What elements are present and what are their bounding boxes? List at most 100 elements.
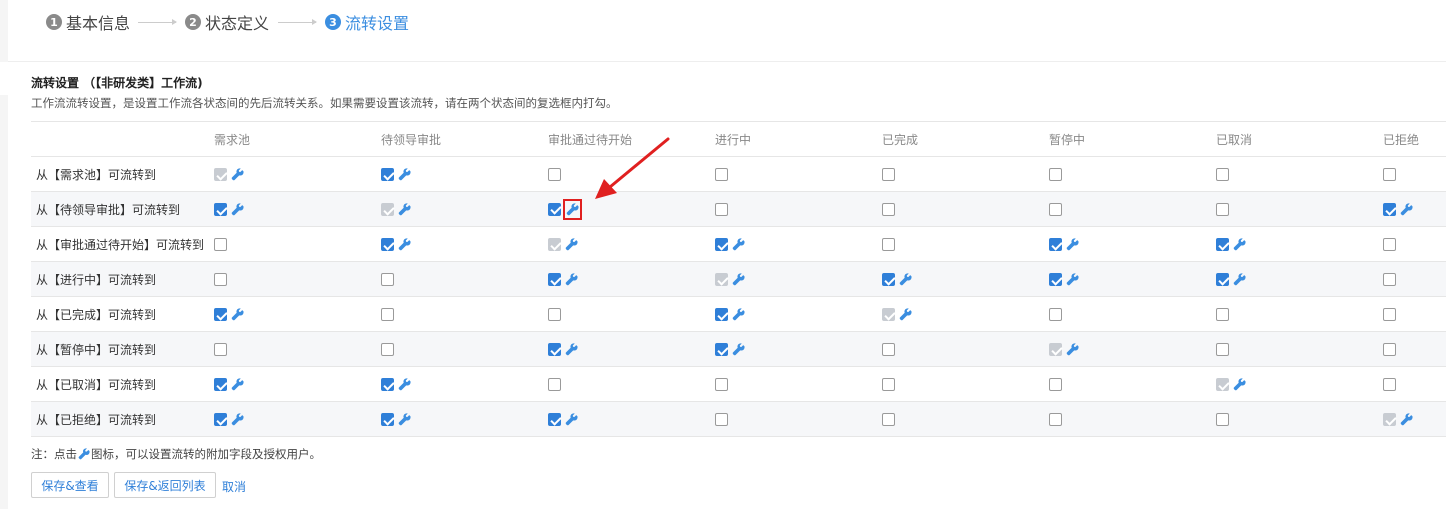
flow-checkbox[interactable] [1216,273,1229,286]
flow-checkbox[interactable] [882,273,895,286]
wrench-icon[interactable] [1400,203,1413,216]
flow-checkbox[interactable] [715,203,728,216]
flow-checkbox[interactable] [214,238,227,251]
flow-checkbox[interactable] [715,413,728,426]
flow-checkbox[interactable] [1383,168,1396,181]
wrench-icon[interactable] [231,168,244,181]
flow-checkbox[interactable] [882,203,895,216]
flow-checkbox[interactable] [882,168,895,181]
flow-checkbox[interactable] [715,168,728,181]
flow-checkbox[interactable] [1049,378,1062,391]
wrench-icon[interactable] [398,168,411,181]
flow-checkbox[interactable] [548,273,561,286]
flow-checkbox[interactable] [882,238,895,251]
flow-checkbox[interactable] [715,308,728,321]
wrench-icon[interactable] [732,343,745,356]
flow-checkbox[interactable] [1383,308,1396,321]
flow-checkbox[interactable] [715,343,728,356]
flow-checkbox[interactable] [1049,273,1062,286]
wrench-icon[interactable] [566,202,579,216]
wrench-icon[interactable] [1233,378,1246,391]
flow-checkbox[interactable] [1383,273,1396,286]
step-flow-settings[interactable]: 3 流转设置 [325,11,409,33]
wrench-icon[interactable] [398,413,411,426]
wrench-icon[interactable] [231,308,244,321]
flow-checkbox[interactable] [1049,203,1062,216]
flow-cell [882,191,1049,227]
wrench-icon[interactable] [732,273,745,286]
wrench-icon[interactable] [732,308,745,321]
wrench-icon[interactable] [565,238,578,251]
flow-checkbox[interactable] [548,343,561,356]
wrench-icon[interactable] [1400,413,1413,426]
flow-checkbox[interactable] [214,343,227,356]
flow-cell [214,191,381,227]
flow-checkbox[interactable] [1383,203,1396,216]
wrench-icon[interactable] [899,308,912,321]
flow-checkbox[interactable] [381,273,394,286]
wrench-icon[interactable] [398,378,411,391]
flow-checkbox[interactable] [1049,168,1062,181]
save-view-button[interactable]: 保存&查看 [31,472,109,498]
step-basic-info[interactable]: 1 基本信息 [46,11,130,33]
flow-checkbox[interactable] [381,308,394,321]
flow-checkbox[interactable] [882,413,895,426]
flow-checkbox[interactable] [882,343,895,356]
wrench-icon[interactable] [565,413,578,426]
flow-checkbox[interactable] [1216,203,1229,216]
wrench-icon[interactable] [565,273,578,286]
flow-checkbox[interactable] [1383,378,1396,391]
flow-checkbox[interactable] [214,413,227,426]
flow-checkbox[interactable] [715,238,728,251]
wrench-icon[interactable] [231,413,244,426]
flow-checkbox[interactable] [214,378,227,391]
flow-checkbox[interactable] [1383,238,1396,251]
wrench-icon[interactable] [565,343,578,356]
flow-checkbox[interactable] [214,273,227,286]
flow-checkbox[interactable] [1216,238,1229,251]
wrench-icon[interactable] [231,378,244,391]
wrench-icon[interactable] [1233,238,1246,251]
flow-checkbox[interactable] [548,413,561,426]
flow-checkbox[interactable] [381,168,394,181]
wrench-icon[interactable] [1066,238,1079,251]
flow-checkbox[interactable] [715,378,728,391]
wrench-icon[interactable] [732,238,745,251]
flow-checkbox[interactable] [1383,343,1396,356]
wrench-icon[interactable] [1066,343,1079,356]
flow-cell [715,331,882,367]
left-gutter [0,95,8,509]
wrench-icon[interactable] [1066,273,1079,286]
step-label: 状态定义 [205,14,270,33]
flow-checkbox[interactable] [381,378,394,391]
flow-cell [214,261,381,297]
flow-checkbox[interactable] [1216,413,1229,426]
flow-checkbox[interactable] [882,378,895,391]
cancel-link[interactable]: 取消 [222,478,246,495]
wrench-icon[interactable] [1233,273,1246,286]
flow-checkbox[interactable] [381,238,394,251]
wrench-icon[interactable] [899,273,912,286]
flow-checkbox[interactable] [381,413,394,426]
step-label: 基本信息 [66,14,131,33]
table-row: 从【已取消】可流转到 [31,366,1446,402]
save-back-button[interactable]: 保存&返回列表 [114,472,216,498]
flow-checkbox[interactable] [1216,308,1229,321]
step-status-definition[interactable]: 2 状态定义 [185,11,269,33]
flow-checkbox[interactable] [214,308,227,321]
flow-checkbox[interactable] [1216,343,1229,356]
flow-checkbox[interactable] [381,343,394,356]
wrench-icon[interactable] [398,238,411,251]
flow-checkbox[interactable] [548,308,561,321]
flow-checkbox[interactable] [1049,413,1062,426]
flow-checkbox[interactable] [548,168,561,181]
wrench-icon[interactable] [398,203,411,216]
flow-checkbox[interactable] [1216,168,1229,181]
flow-checkbox[interactable] [1049,238,1062,251]
flow-checkbox[interactable] [1049,308,1062,321]
flow-cell [715,156,882,192]
wrench-icon[interactable] [231,203,244,216]
flow-checkbox[interactable] [548,202,561,216]
flow-checkbox[interactable] [214,203,227,216]
flow-checkbox[interactable] [548,378,561,391]
